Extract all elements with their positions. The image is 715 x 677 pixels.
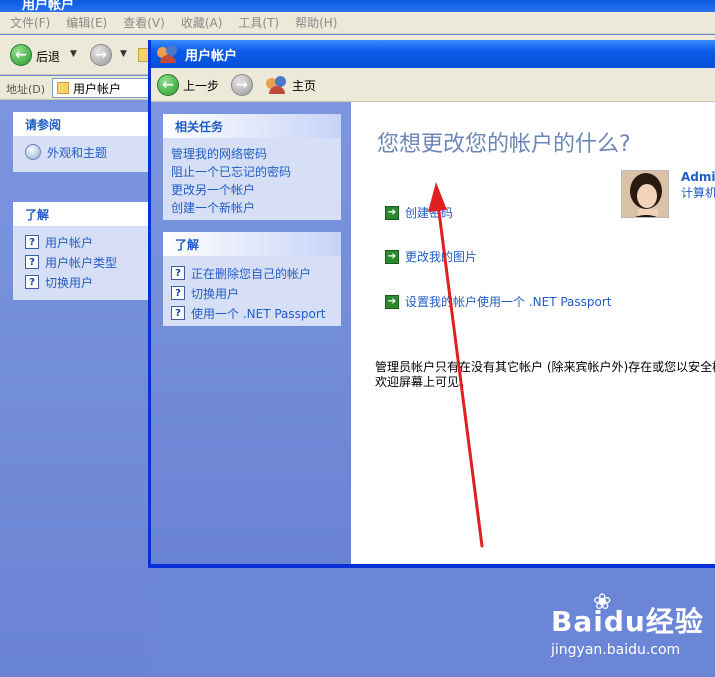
forward-icon[interactable]: → — [231, 74, 253, 96]
admin-note: 管理员帐户只有在没有其它帐户 (除来宾帐户外)存在或您以安全模 欢迎屏幕上可见。 — [375, 360, 715, 390]
user-avatar — [621, 170, 669, 218]
learn-item-label: 用户帐户 — [45, 235, 94, 250]
admin-note-line: 管理员帐户只有在没有其它帐户 (除来宾帐户外)存在或您以安全模 — [375, 360, 715, 374]
learn-about-panel: 了解 ? 正在删除您自己的帐户 ? 切换用户 ? 使用一个 .NET Passp… — [163, 232, 341, 326]
background-window-title: 用户帐户 — [22, 0, 75, 12]
menu-help[interactable]: 帮助(H) — [295, 14, 337, 31]
learn-item-user-accounts[interactable]: ? 用户帐户 — [25, 232, 148, 252]
watermark-logo: Baidu经验 — [551, 605, 704, 638]
forward-icon[interactable]: → — [90, 44, 112, 66]
user-accounts-icon — [157, 45, 179, 63]
back-icon[interactable]: ← — [157, 74, 179, 96]
arrow-right-icon: ➔ — [385, 294, 399, 309]
help-icon: ? — [171, 306, 185, 320]
background-title-bar: 用户帐户 — [0, 0, 715, 12]
background-task-pane: 请参阅 外观和主题 了解 ? 用户帐户 ? 用户帐户类型 ? 切换用户 — [0, 100, 148, 677]
learn-item-label: 使用一个 .NET Passport — [191, 306, 326, 321]
back-icon[interactable]: ← — [10, 44, 32, 66]
address-input[interactable]: 用户帐户 — [52, 78, 152, 98]
home-button-label[interactable]: 主页 — [292, 77, 316, 94]
learn-item-label: 正在删除您自己的帐户 — [191, 266, 312, 281]
learn-item-label: 用户帐户类型 — [45, 255, 118, 270]
admin-note-line: 欢迎屏幕上可见。 — [375, 375, 472, 389]
back-button-label[interactable]: 后退 — [36, 48, 60, 65]
user-name: Admin — [681, 170, 715, 184]
theme-icon — [25, 144, 41, 160]
learn-about-title: 了解 — [163, 232, 341, 256]
see-also-title: 请参阅 — [13, 112, 148, 136]
task-prevent-forgotten-password[interactable]: 阻止一个已忘记的密码 — [171, 163, 341, 181]
task-create-new-account[interactable]: 创建一个新帐户 — [171, 199, 341, 217]
see-also-panel: 请参阅 外观和主题 — [13, 112, 148, 172]
task-change-another-account[interactable]: 更改另一个帐户 — [171, 181, 341, 199]
background-learn-panel: 了解 ? 用户帐户 ? 用户帐户类型 ? 切换用户 — [13, 202, 148, 300]
menu-file[interactable]: 文件(F) — [10, 14, 50, 31]
window-title: 用户帐户 — [185, 48, 238, 64]
window-title-bar[interactable]: 用户帐户 — [151, 40, 715, 68]
menu-tools[interactable]: 工具(T) — [238, 14, 279, 31]
address-value: 用户帐户 — [73, 81, 122, 96]
forward-dropdown-icon[interactable]: ▼ — [120, 49, 127, 59]
learn-item-switch-users[interactable]: ? 切换用户 — [171, 283, 341, 303]
change-picture-option[interactable]: ➔ 更改我的图片 — [385, 248, 477, 265]
net-passport-option[interactable]: ➔ 设置我的帐户使用一个 .NET Passport — [385, 293, 612, 310]
back-dropdown-icon[interactable]: ▼ — [70, 49, 77, 59]
watermark-url: jingyan.baidu.com — [551, 642, 681, 658]
learn-item-account-types[interactable]: ? 用户帐户类型 — [25, 252, 148, 272]
task-pane: 相关任务 管理我的网络密码 阻止一个已忘记的密码 更改另一个帐户 创建一个新帐户… — [151, 102, 351, 564]
option-label: 更改我的图片 — [405, 250, 478, 264]
window-toolbar: ← 上一步 → 主页 — [151, 68, 715, 102]
option-label: 设置我的帐户使用一个 .NET Passport — [405, 295, 612, 309]
address-label: 地址(D) — [6, 83, 46, 96]
create-password-option[interactable]: ➔ 创建密码 — [385, 204, 453, 221]
menu-view[interactable]: 查看(V) — [123, 14, 165, 31]
user-accounts-window: 用户帐户 ← 上一步 → 主页 相关任务 管理我的网络密码 阻止一个已忘记的密码… — [148, 40, 715, 568]
home-icon[interactable] — [266, 76, 288, 94]
menu-edit[interactable]: 编辑(E) — [66, 14, 107, 31]
help-icon: ? — [171, 286, 185, 300]
learn-item-label: 切换用户 — [45, 275, 94, 290]
menu-bar: 文件(F) 编辑(E) 查看(V) 收藏(A) 工具(T) 帮助(H) — [0, 12, 715, 34]
back-button-label[interactable]: 上一步 — [183, 77, 219, 94]
background-learn-title: 了解 — [13, 202, 148, 226]
address-folder-icon — [57, 82, 69, 94]
main-content: 您想更改您的帐户的什么? ➔ 创建密码 ➔ 更改我的图片 ➔ 设置我的帐户使用一… — [351, 102, 715, 564]
learn-item-delete-own-account[interactable]: ? 正在删除您自己的帐户 — [171, 263, 341, 283]
related-tasks-title: 相关任务 — [163, 114, 341, 138]
arrow-right-icon: ➔ — [385, 249, 399, 264]
task-manage-network-passwords[interactable]: 管理我的网络密码 — [171, 145, 341, 163]
help-icon: ? — [171, 266, 185, 280]
learn-item-label: 切换用户 — [191, 286, 240, 301]
menu-favorites[interactable]: 收藏(A) — [181, 14, 223, 31]
window-bottom-border — [151, 564, 715, 568]
help-icon: ? — [25, 255, 39, 269]
learn-item-net-passport[interactable]: ? 使用一个 .NET Passport — [171, 303, 341, 323]
user-account-type: 计算机 — [681, 186, 715, 200]
help-icon: ? — [25, 235, 39, 249]
learn-item-switch-users[interactable]: ? 切换用户 — [25, 272, 148, 292]
baidu-watermark: ❀ Baidu经验 jingyan.baidu.com — [545, 590, 705, 668]
option-label: 创建密码 — [405, 206, 454, 220]
related-tasks-panel: 相关任务 管理我的网络密码 阻止一个已忘记的密码 更改另一个帐户 创建一个新帐户 — [163, 114, 341, 220]
arrow-right-icon: ➔ — [385, 205, 399, 220]
help-icon: ? — [25, 275, 39, 289]
see-also-item-label: 外观和主题 — [47, 145, 108, 160]
page-title: 您想更改您的帐户的什么? — [377, 132, 631, 157]
see-also-item-appearance[interactable]: 外观和主题 — [25, 142, 148, 162]
